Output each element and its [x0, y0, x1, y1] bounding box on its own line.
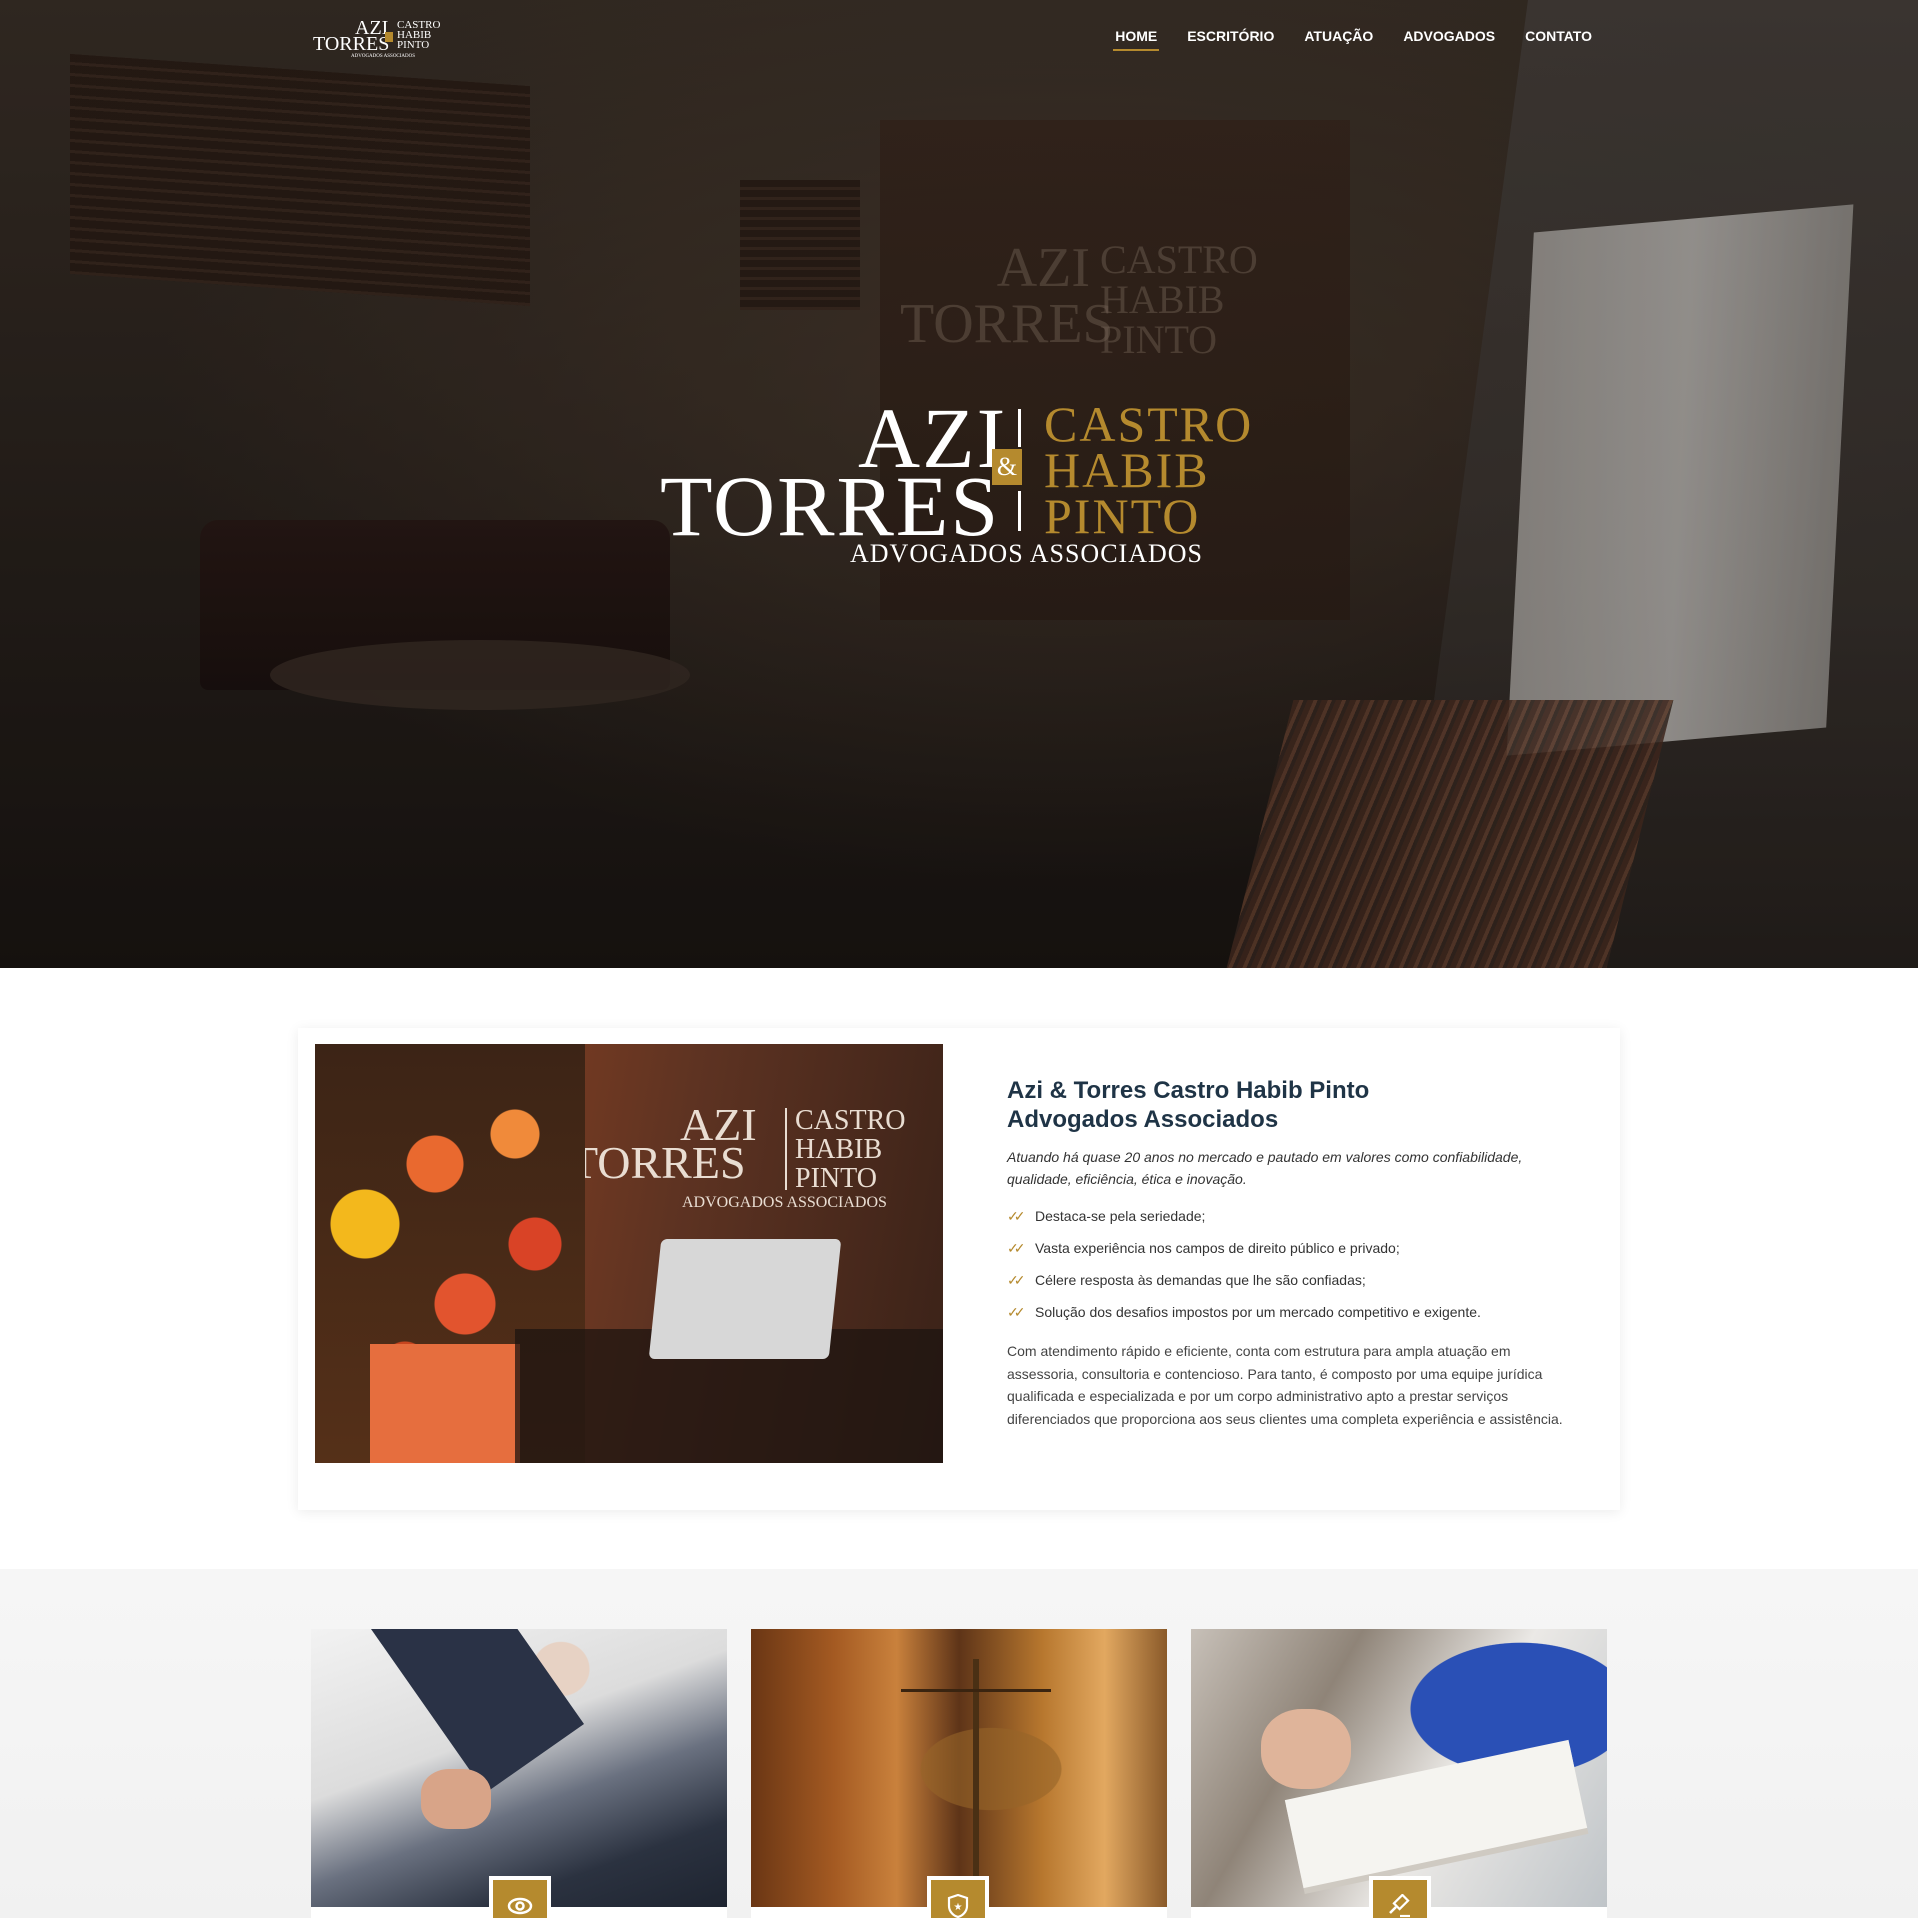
about-highlights: ✓✓ Destaca-se pela seriedade; ✓✓ Vasta exp…: [1007, 1206, 1582, 1322]
feature-badge-justice: [1369, 1876, 1431, 1918]
hero-logo-divider: [1018, 491, 1021, 531]
reception-signage-subtitle: ADVOGADOS ASSOCIADOS: [682, 1194, 887, 1211]
hero-logo-torres: TORRES: [660, 458, 1001, 554]
about-lead: Atuando há quase 20 anos no mercado e pa…: [1007, 1149, 1523, 1187]
site-logo-ampersand-mark: [385, 32, 393, 42]
nav-item-escritorio[interactable]: ESCRITÓRIO: [1187, 28, 1274, 51]
about-section: AZI TORRES CASTRO HABIB PINTO ADVOGADOS …: [298, 1028, 1620, 1510]
scale-post: [973, 1659, 979, 1889]
hero-banner: AZI TORRES CASTRO HABIB PINTO AZI TORRES…: [0, 0, 1918, 968]
scales-of-justice-photo: [751, 1629, 1167, 1907]
reception-photo: AZI TORRES CASTRO HABIB PINTO ADVOGADOS …: [315, 1044, 943, 1463]
double-check-icon: ✓✓: [1007, 1304, 1025, 1320]
top-navigation: AZI TORRES CASTRO HABIB PINTO ADVOGADOS …: [0, 0, 1918, 80]
feature-card-justice[interactable]: [751, 1629, 1167, 1918]
double-check-icon: ✓✓: [1007, 1272, 1025, 1288]
features-section: [0, 1569, 1918, 1918]
double-check-icon: ✓✓: [1007, 1240, 1025, 1256]
nav-item-atuacao[interactable]: ATUAÇÃO: [1304, 28, 1373, 51]
nav-item-home[interactable]: HOME: [1113, 28, 1160, 51]
list-item: ✓✓ Destaca-se pela seriedade;: [1007, 1208, 1206, 1224]
hero-logo-divider: [1018, 409, 1021, 447]
reading-hand: [1261, 1709, 1351, 1789]
feature-card-handshake[interactable]: [311, 1629, 727, 1918]
hero-logo-habib: HABIB: [1044, 442, 1210, 498]
about-title: Azi & Torres Castro Habib Pinto Advogado…: [1007, 1077, 1370, 1133]
scale-beam: [901, 1689, 1051, 1692]
hero-logo-ampersand: &: [992, 449, 1022, 485]
svg-text:★: ★: [954, 1902, 963, 1913]
shield-star-icon: ★: [931, 1880, 985, 1918]
about-content: Azi & Torres Castro Habib Pinto Advogado…: [1007, 1076, 1582, 1430]
hero-logo: AZI TORRES & CASTRO HABIB PINTO ADVOGADO…: [660, 395, 1260, 575]
list-item: ✓✓ Solução dos desafios impostos por um m…: [1007, 1304, 1481, 1320]
reception-signage-torres: TORRES: [570, 1137, 746, 1188]
hero-logo-pinto: PINTO: [1044, 488, 1201, 544]
feature-badge-values: ★: [927, 1876, 989, 1918]
site-logo[interactable]: AZI TORRES CASTRO HABIB PINTO ADVOGADOS …: [313, 18, 453, 62]
list-item: ✓✓ Célere resposta às demandas que lhe sã…: [1007, 1272, 1366, 1288]
about-body: Com atendimento rápido e eficiente, cont…: [1007, 1343, 1563, 1427]
main-menu: HOME ESCRITÓRIO ATUAÇÃO ADVOGADOS CONTAT…: [1085, 28, 1592, 51]
handshake-hands: [421, 1769, 491, 1829]
reception-signage-divider: [785, 1108, 787, 1190]
eye-icon: [493, 1880, 547, 1918]
feature-badge-vision: [489, 1876, 551, 1918]
reception-signage-partners: CASTRO HABIB PINTO: [795, 1105, 906, 1194]
site-logo-subtitle: ADVOGADOS ASSOCIADOS: [351, 54, 416, 59]
feature-card-reading[interactable]: [1191, 1629, 1607, 1918]
flower-vase: [370, 1344, 520, 1463]
nav-item-contato[interactable]: CONTATO: [1525, 28, 1592, 51]
hero-logo-partners: CASTRO HABIB PINTO: [1044, 396, 1254, 544]
hero-logo-subtitle: ADVOGADOS ASSOCIADOS: [850, 539, 1203, 568]
list-item: ✓✓ Vasta experiência nos campos de direit…: [1007, 1240, 1400, 1256]
nav-item-advogados[interactable]: ADVOGADOS: [1403, 28, 1495, 51]
site-logo-torres: TORRES: [313, 33, 390, 55]
laptop: [648, 1239, 842, 1359]
hero-logo-castro: CASTRO: [1044, 396, 1254, 452]
gavel-icon: [1373, 1880, 1427, 1918]
double-check-icon: ✓✓: [1007, 1208, 1025, 1224]
site-logo-partners: CASTRO HABIB PINTO: [397, 19, 441, 51]
